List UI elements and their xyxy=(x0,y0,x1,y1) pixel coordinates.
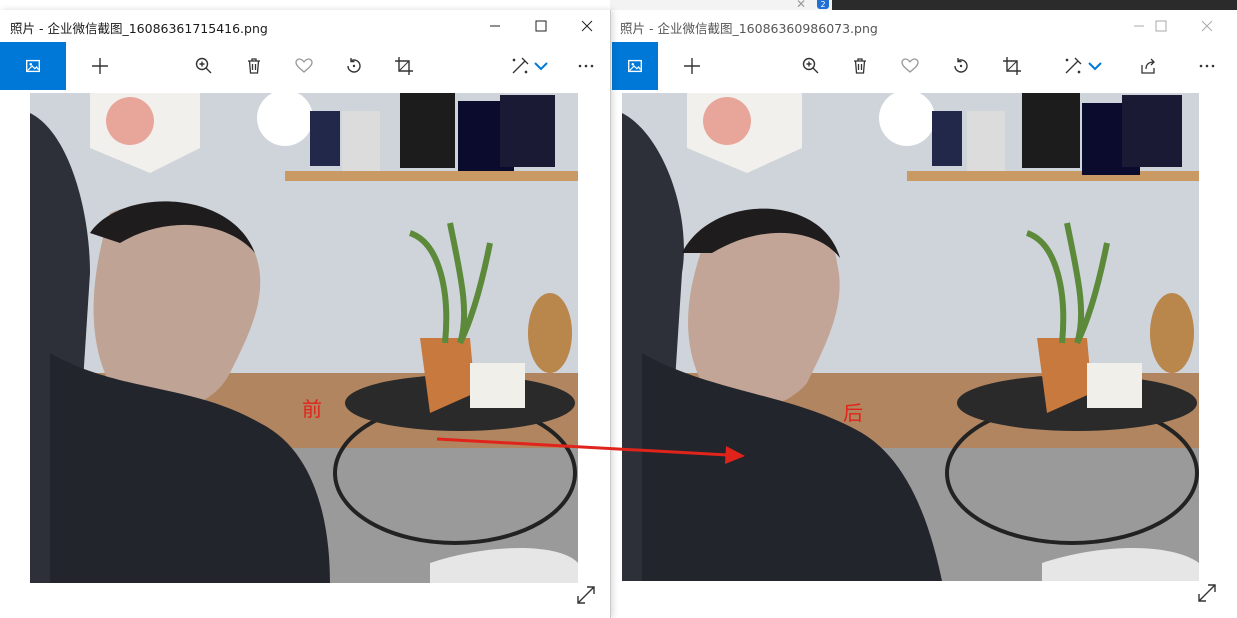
photo-image xyxy=(30,93,578,583)
add-button[interactable] xyxy=(80,42,120,90)
background-dark-window xyxy=(832,0,1237,10)
more-icon xyxy=(1199,64,1215,68)
photo-image xyxy=(622,93,1199,581)
photo-canvas[interactable] xyxy=(622,93,1199,581)
photo-canvas[interactable] xyxy=(30,93,578,583)
photo-view-button[interactable] xyxy=(0,42,66,90)
crop-icon xyxy=(1003,57,1021,75)
zoom-in-icon xyxy=(802,57,819,74)
delete-button[interactable] xyxy=(234,42,274,90)
maximize-button[interactable] xyxy=(1138,10,1184,42)
delete-icon xyxy=(248,58,260,74)
full-screen-button[interactable] xyxy=(1196,582,1218,604)
favorite-icon xyxy=(901,58,919,73)
expand-icon xyxy=(1198,584,1216,602)
photo-icon xyxy=(628,59,642,73)
share-icon xyxy=(1141,58,1155,74)
favorite-button[interactable] xyxy=(284,42,324,90)
rotate-button[interactable] xyxy=(941,42,981,90)
maximize-button[interactable] xyxy=(518,10,564,42)
chevron-down-icon xyxy=(534,62,548,71)
share-button[interactable] xyxy=(1128,42,1168,90)
rotate-button[interactable] xyxy=(334,42,374,90)
edit-dropdown-button[interactable] xyxy=(528,42,554,90)
add-icon xyxy=(684,58,700,74)
toolbar xyxy=(0,42,610,90)
photos-window-after: 照片 - 企业微信截图_16086360986073.png xyxy=(610,10,1237,618)
crop-button[interactable] xyxy=(992,42,1032,90)
crop-icon xyxy=(395,57,413,75)
favorite-button[interactable] xyxy=(890,42,930,90)
minimize-button[interactable] xyxy=(472,10,518,42)
zoom-in-icon xyxy=(195,57,212,74)
photo-icon xyxy=(26,59,40,73)
title-bar[interactable]: 照片 - 企业微信截图_16086360986073.png xyxy=(610,10,1237,42)
before-label: 前 xyxy=(302,397,322,421)
edit-icon xyxy=(1065,57,1082,74)
add-icon xyxy=(92,58,108,74)
zoom-button[interactable] xyxy=(791,42,831,90)
full-screen-button[interactable] xyxy=(575,584,597,606)
window-title: 照片 - 企业微信截图_16086361715416.png xyxy=(10,21,268,36)
delete-button[interactable] xyxy=(840,42,880,90)
more-icon xyxy=(578,64,594,68)
title-bar[interactable]: 照片 - 企业微信截图_16086361715416.png xyxy=(0,10,610,42)
toolbar xyxy=(610,42,1237,90)
favorite-icon xyxy=(295,58,313,73)
crop-button[interactable] xyxy=(384,42,424,90)
edit-dropdown-button[interactable] xyxy=(1082,42,1108,90)
edit-icon xyxy=(512,57,529,74)
add-button[interactable] xyxy=(672,42,712,90)
photos-window-before: 照片 - 企业微信截图_16086361715416.png xyxy=(0,10,611,618)
rotate-icon xyxy=(347,58,361,73)
more-button[interactable] xyxy=(566,42,606,90)
window-title: 照片 - 企业微信截图_16086360986073.png xyxy=(620,21,878,36)
rotate-icon xyxy=(954,58,968,73)
delete-icon xyxy=(854,58,866,74)
close-button[interactable] xyxy=(1184,10,1230,42)
expand-icon xyxy=(577,586,595,604)
notification-badge: 2 xyxy=(817,0,829,9)
after-label: 后 xyxy=(843,401,863,425)
zoom-button[interactable] xyxy=(184,42,224,90)
photo-view-button[interactable] xyxy=(612,42,658,90)
more-button[interactable] xyxy=(1187,42,1227,90)
chevron-down-icon xyxy=(1088,62,1102,71)
close-button[interactable] xyxy=(564,10,610,42)
